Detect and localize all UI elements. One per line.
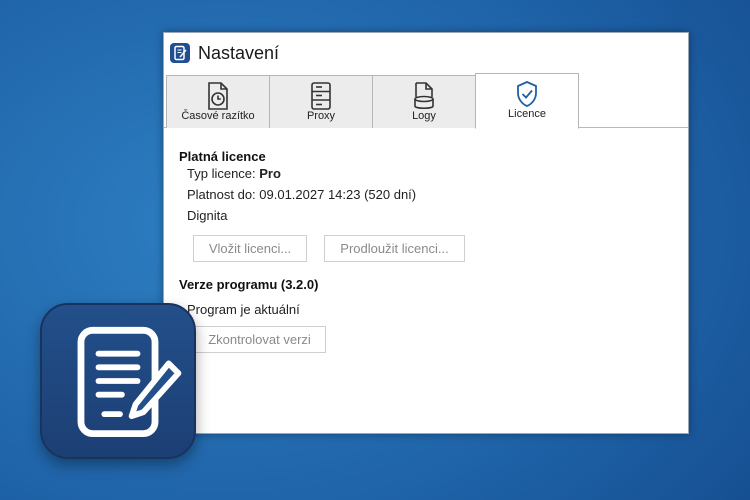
version-status: Program je aktuální [187,302,300,317]
version-section-title: Verze programu (3.2.0) [179,277,319,292]
licence-type-value: Pro [259,166,281,181]
licence-holder: Dignita [187,208,228,223]
tab-label: Proxy [306,110,336,122]
extend-licence-button[interactable]: Prodloužit licenci... [324,235,465,262]
licence-type: Typ licence: Pro [187,166,281,181]
tab-strip: Časové razítko Proxy Logy Licence [164,73,688,129]
tab-casove-razitko[interactable]: Časové razítko [166,75,270,128]
licence-section-title: Platná licence [179,149,266,164]
app-logo-icon [40,303,196,459]
licence-validity: Platnost do: 09.01.2027 14:23 (520 dní) [187,187,417,202]
tab-proxy[interactable]: Proxy [269,75,373,128]
tab-logy[interactable]: Logy [372,75,476,128]
settings-window: Nastavení Časové razítko Proxy Logy Lice… [163,32,689,434]
tab-label: Logy [412,110,436,122]
tab-label: Licence [508,108,546,120]
app-icon [170,43,190,63]
tab-licence[interactable]: Licence [475,73,579,129]
titlebar: Nastavení [164,33,688,73]
check-version-button[interactable]: Zkontrolovat verzi [193,326,326,353]
insert-licence-button[interactable]: Vložit licenci... [193,235,307,262]
tab-label: Časové razítko [181,110,255,122]
licence-type-label: Typ licence: [187,166,260,181]
window-title: Nastavení [198,43,280,63]
